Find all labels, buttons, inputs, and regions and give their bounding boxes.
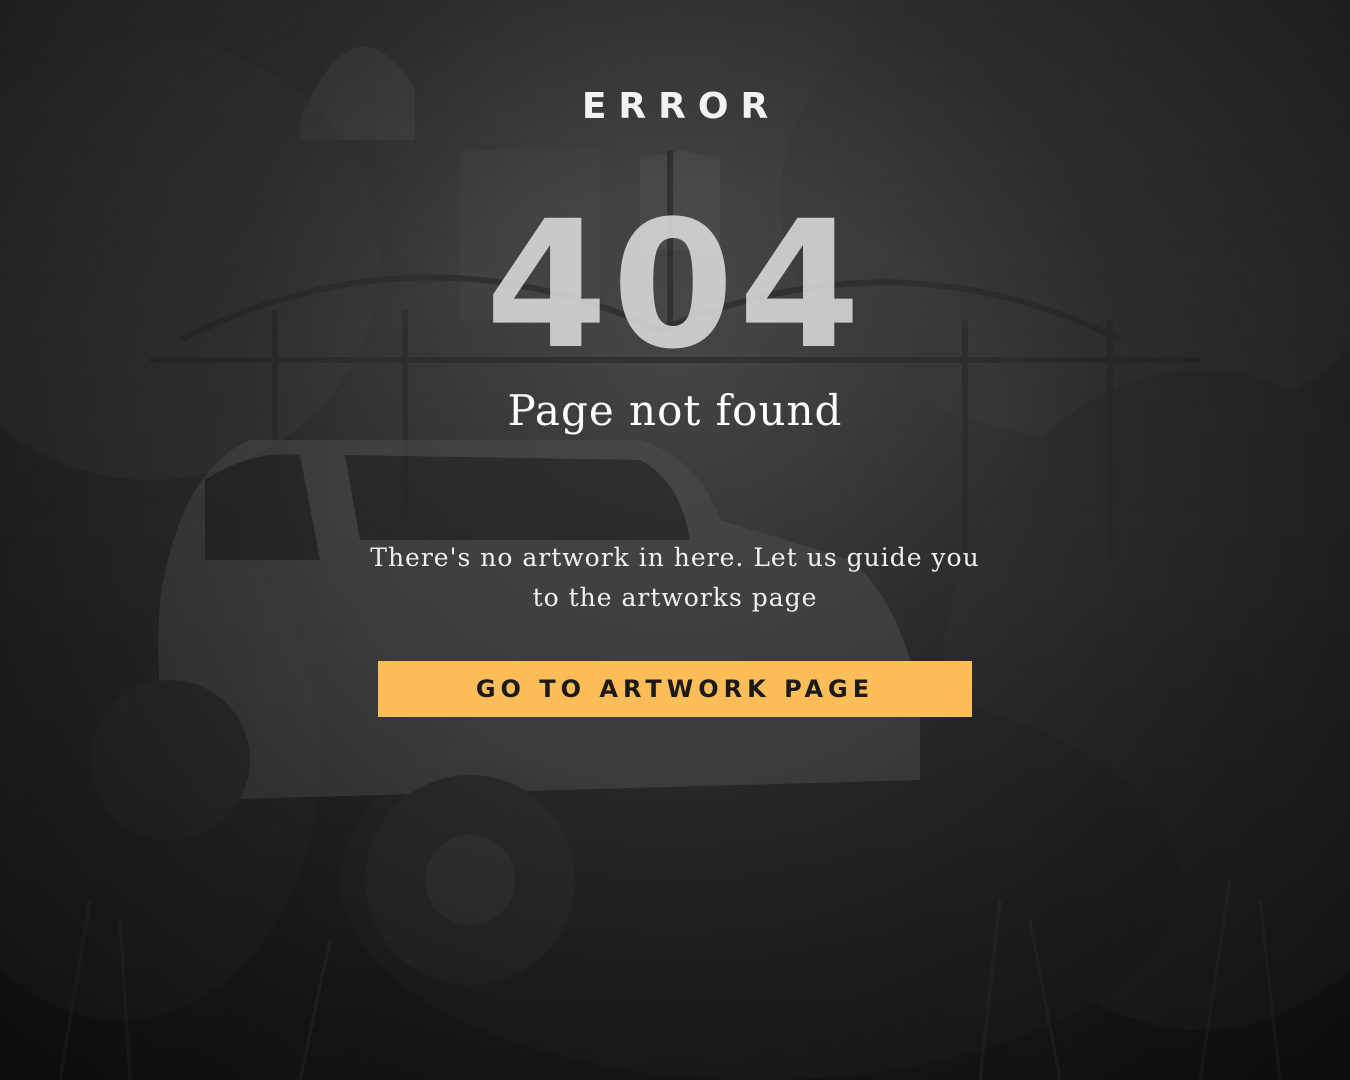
error-page: ERROR 404 Page not found There's no artw… xyxy=(0,0,1350,1080)
error-eyebrow: ERROR xyxy=(581,86,781,127)
go-to-artwork-button[interactable]: GO TO ARTWORK PAGE xyxy=(378,661,972,717)
error-content: ERROR 404 Page not found There's no artw… xyxy=(0,0,1350,1080)
error-code: 404 xyxy=(485,183,865,388)
error-message: There's no artwork in here. Let us guide… xyxy=(370,543,980,612)
page-title: Page not found xyxy=(507,386,843,435)
